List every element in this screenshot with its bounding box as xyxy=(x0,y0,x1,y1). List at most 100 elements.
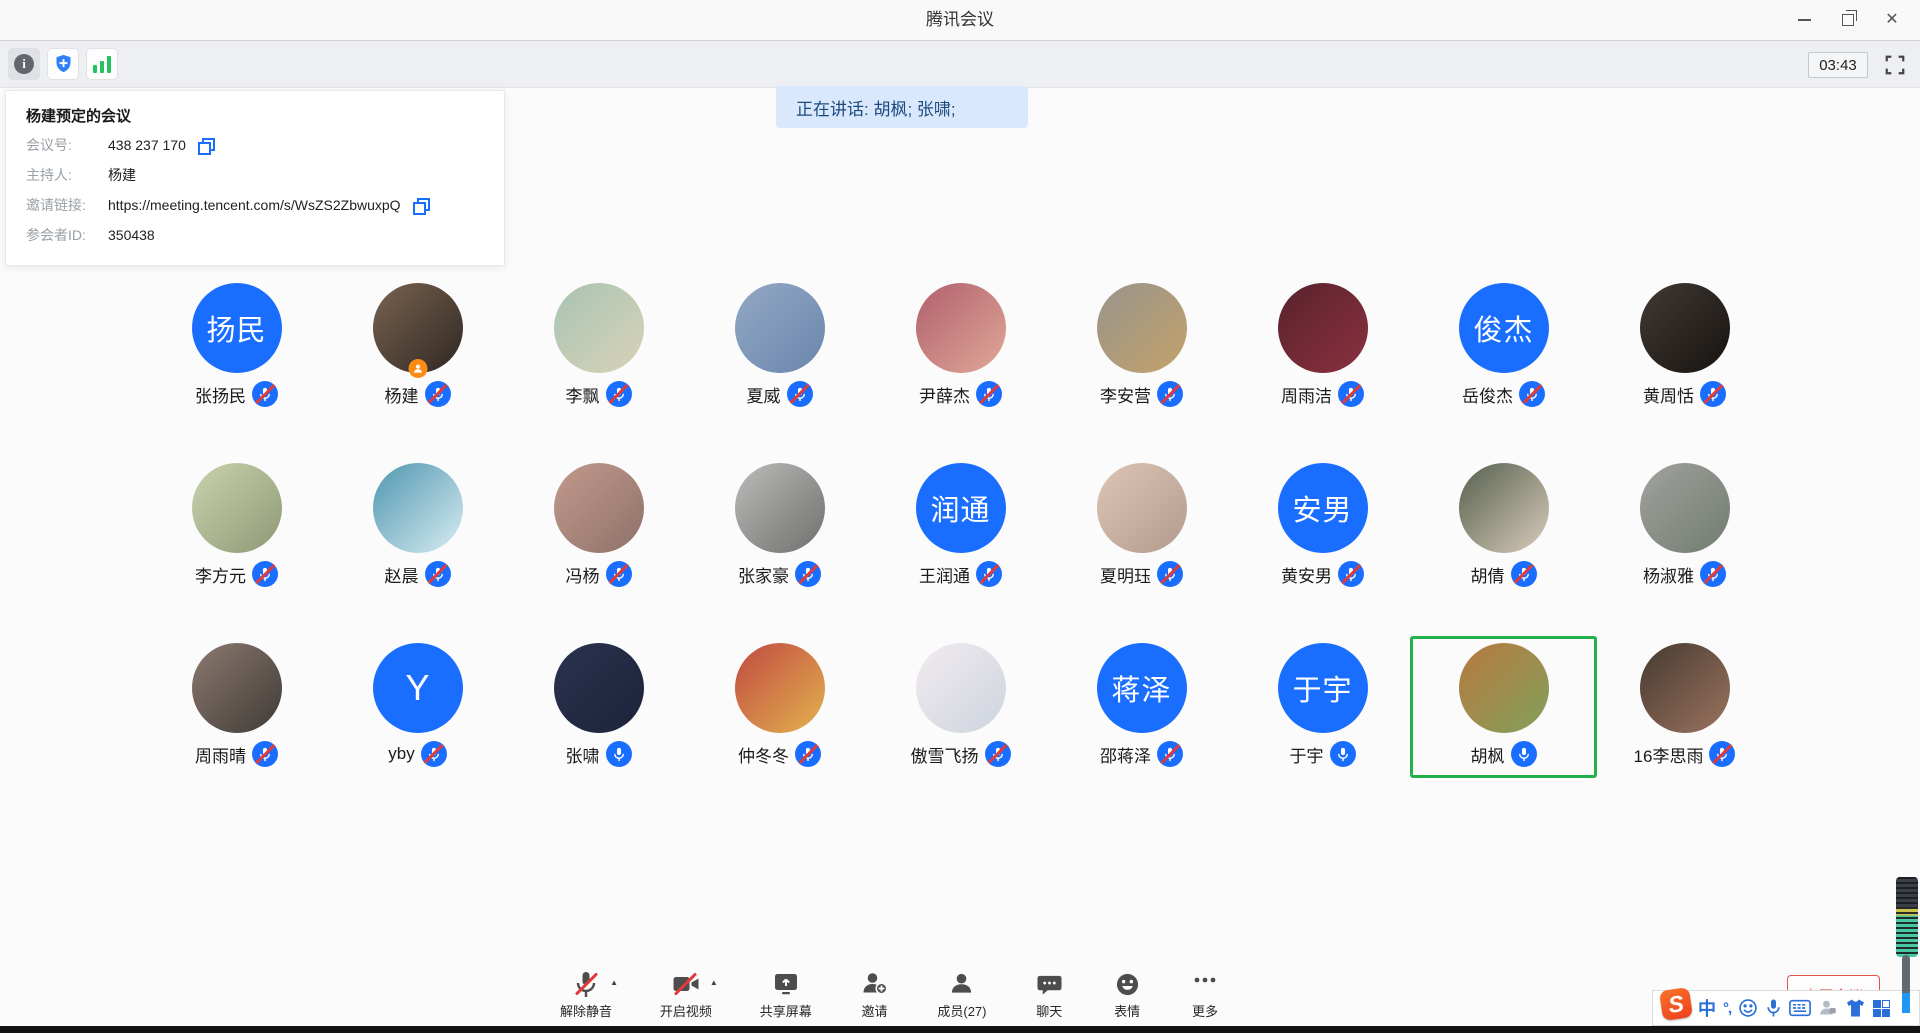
participant-tile[interactable]: 于宇 于宇 xyxy=(1232,620,1413,800)
participant-tile[interactable]: 李飘 xyxy=(508,260,689,440)
minimize-button[interactable] xyxy=(1782,0,1826,40)
participant-tile[interactable]: 周雨晴 xyxy=(146,620,327,800)
participant-tile[interactable]: 尹薛杰 xyxy=(870,260,1051,440)
chat-icon xyxy=(1034,970,1064,998)
participant-tile[interactable]: 李安营 xyxy=(1051,260,1232,440)
participant-tile[interactable]: 杨建 xyxy=(327,260,508,440)
restore-button[interactable] xyxy=(1826,0,1870,40)
camera-options-arrow[interactable]: ▲ xyxy=(710,978,718,987)
ime-voice-icon[interactable] xyxy=(1765,998,1782,1018)
restore-icon xyxy=(1842,14,1854,26)
participant-tile[interactable]: 仲冬冬 xyxy=(689,620,870,800)
window-title: 腾讯会议 xyxy=(0,0,1920,40)
participant-tile[interactable]: 16李思雨 xyxy=(1594,620,1775,800)
copy-meeting-id-icon[interactable] xyxy=(198,138,213,153)
meeting-id-label: 会议号: xyxy=(26,135,108,155)
close-button[interactable]: ✕ xyxy=(1870,0,1914,40)
mic-status-icon xyxy=(1157,741,1183,767)
ime-emoji-icon[interactable] xyxy=(1738,998,1758,1018)
meeting-info-button[interactable]: i xyxy=(8,48,40,80)
participant-tile[interactable]: 胡倩 xyxy=(1413,440,1594,620)
participant-name: 于宇 xyxy=(1290,742,1324,767)
network-quality-button[interactable] xyxy=(86,48,118,80)
participant-avatar xyxy=(554,643,644,733)
start-video-button[interactable]: ▲ 开启视频 xyxy=(660,970,712,1020)
participant-avatar: 蒋泽 xyxy=(1097,643,1187,733)
participant-avatar: 扬民 xyxy=(192,283,282,373)
participant-tile[interactable]: 李方元 xyxy=(146,440,327,620)
participant-tile[interactable]: 冯杨 xyxy=(508,440,689,620)
close-icon: ✕ xyxy=(1885,12,1898,28)
participant-avatar xyxy=(1459,643,1549,733)
participant-tile[interactable]: 杨淑雅 xyxy=(1594,440,1775,620)
participant-tile[interactable]: Y yby xyxy=(327,620,508,800)
participant-name: 王润通 xyxy=(919,562,970,587)
participant-avatar xyxy=(192,463,282,553)
emoji-button[interactable]: 表情 xyxy=(1112,970,1142,1020)
participant-avatar xyxy=(192,643,282,733)
share-screen-button[interactable]: 共享屏幕 xyxy=(760,970,812,1020)
participant-tile[interactable]: 傲雪飞扬 xyxy=(870,620,1051,800)
participant-avatar xyxy=(1640,463,1730,553)
mic-options-arrow[interactable]: ▲ xyxy=(610,978,618,987)
audio-level-meter xyxy=(1896,877,1918,957)
participant-tile[interactable]: 安男 黄安男 xyxy=(1232,440,1413,620)
participant-name: 周雨晴 xyxy=(195,742,246,767)
mic-status-icon xyxy=(425,561,451,587)
more-button[interactable]: 更多 xyxy=(1190,970,1220,1020)
mic-muted-icon: ▲ xyxy=(571,970,601,998)
mic-status-icon xyxy=(795,741,821,767)
emoji-icon xyxy=(1112,970,1142,998)
participant-tile[interactable]: 润通 王润通 xyxy=(870,440,1051,620)
mic-status-icon xyxy=(1511,741,1537,767)
ime-toolbox-icon[interactable] xyxy=(1873,1000,1890,1017)
chat-button[interactable]: 聊天 xyxy=(1034,970,1064,1020)
participant-tile[interactable]: 胡枫 xyxy=(1413,620,1594,800)
ime-language-toggle[interactable]: 中 xyxy=(1698,995,1716,1021)
participant-tile[interactable]: 扬民 张扬民 xyxy=(146,260,327,440)
fullscreen-icon[interactable] xyxy=(1884,54,1906,76)
participant-tile[interactable]: 张家豪 xyxy=(689,440,870,620)
participant-tile[interactable]: 夏威 xyxy=(689,260,870,440)
participant-tile[interactable]: 夏明珏 xyxy=(1051,440,1232,620)
mic-status-icon xyxy=(1330,741,1356,767)
ime-skin-icon[interactable] xyxy=(1845,998,1866,1018)
invite-link-label: 邀请链接: xyxy=(26,195,108,215)
invite-icon xyxy=(860,970,890,998)
sogou-logo-icon[interactable]: S xyxy=(1659,987,1693,1021)
participant-tile[interactable]: 张啸 xyxy=(508,620,689,800)
participant-tile[interactable]: 周雨洁 xyxy=(1232,260,1413,440)
minimize-icon xyxy=(1798,19,1811,21)
mic-status-icon xyxy=(1700,561,1726,587)
invite-button[interactable]: 邀请 xyxy=(860,970,890,1020)
copy-invite-link-icon[interactable] xyxy=(413,198,428,213)
participant-name: 冯杨 xyxy=(566,562,600,587)
meeting-security-button[interactable] xyxy=(47,48,79,80)
participant-name: 胡倩 xyxy=(1471,562,1505,587)
participant-name: 李方元 xyxy=(195,562,246,587)
participant-name: 仲冬冬 xyxy=(738,742,789,767)
participant-tile[interactable]: 俊杰 岳俊杰 xyxy=(1413,260,1594,440)
page-scrollbar[interactable] xyxy=(1902,955,1910,1013)
members-button[interactable]: 成员(27) xyxy=(937,970,986,1020)
participant-tile[interactable]: 蒋泽 邵蒋泽 xyxy=(1051,620,1232,800)
invite-link-value: https://meeting.tencent.com/s/WsZS2Zbwux… xyxy=(108,197,401,213)
ime-account-icon[interactable] xyxy=(1818,998,1838,1018)
participant-avatar xyxy=(735,283,825,373)
participant-name: 岳俊杰 xyxy=(1462,382,1513,407)
participant-avatar: 安男 xyxy=(1278,463,1368,553)
participant-name: 黄安男 xyxy=(1281,562,1332,587)
scrollbar-thumb[interactable] xyxy=(1902,993,1910,1013)
ime-punctuation-toggle[interactable]: °, xyxy=(1723,1000,1731,1017)
participant-name: 16李思雨 xyxy=(1634,742,1704,767)
unmute-button[interactable]: ▲ 解除静音 xyxy=(560,970,612,1020)
meeting-id-value: 438 237 170 xyxy=(108,137,186,153)
meeting-timer: 03:43 xyxy=(1808,52,1868,78)
mic-status-icon xyxy=(795,561,821,587)
participant-avatar xyxy=(916,283,1006,373)
participant-tile[interactable]: 黄周恬 xyxy=(1594,260,1775,440)
mic-status-icon xyxy=(1519,381,1545,407)
mic-status-icon xyxy=(1511,561,1537,587)
ime-keyboard-icon[interactable] xyxy=(1789,999,1811,1017)
participant-tile[interactable]: 赵晨 xyxy=(327,440,508,620)
